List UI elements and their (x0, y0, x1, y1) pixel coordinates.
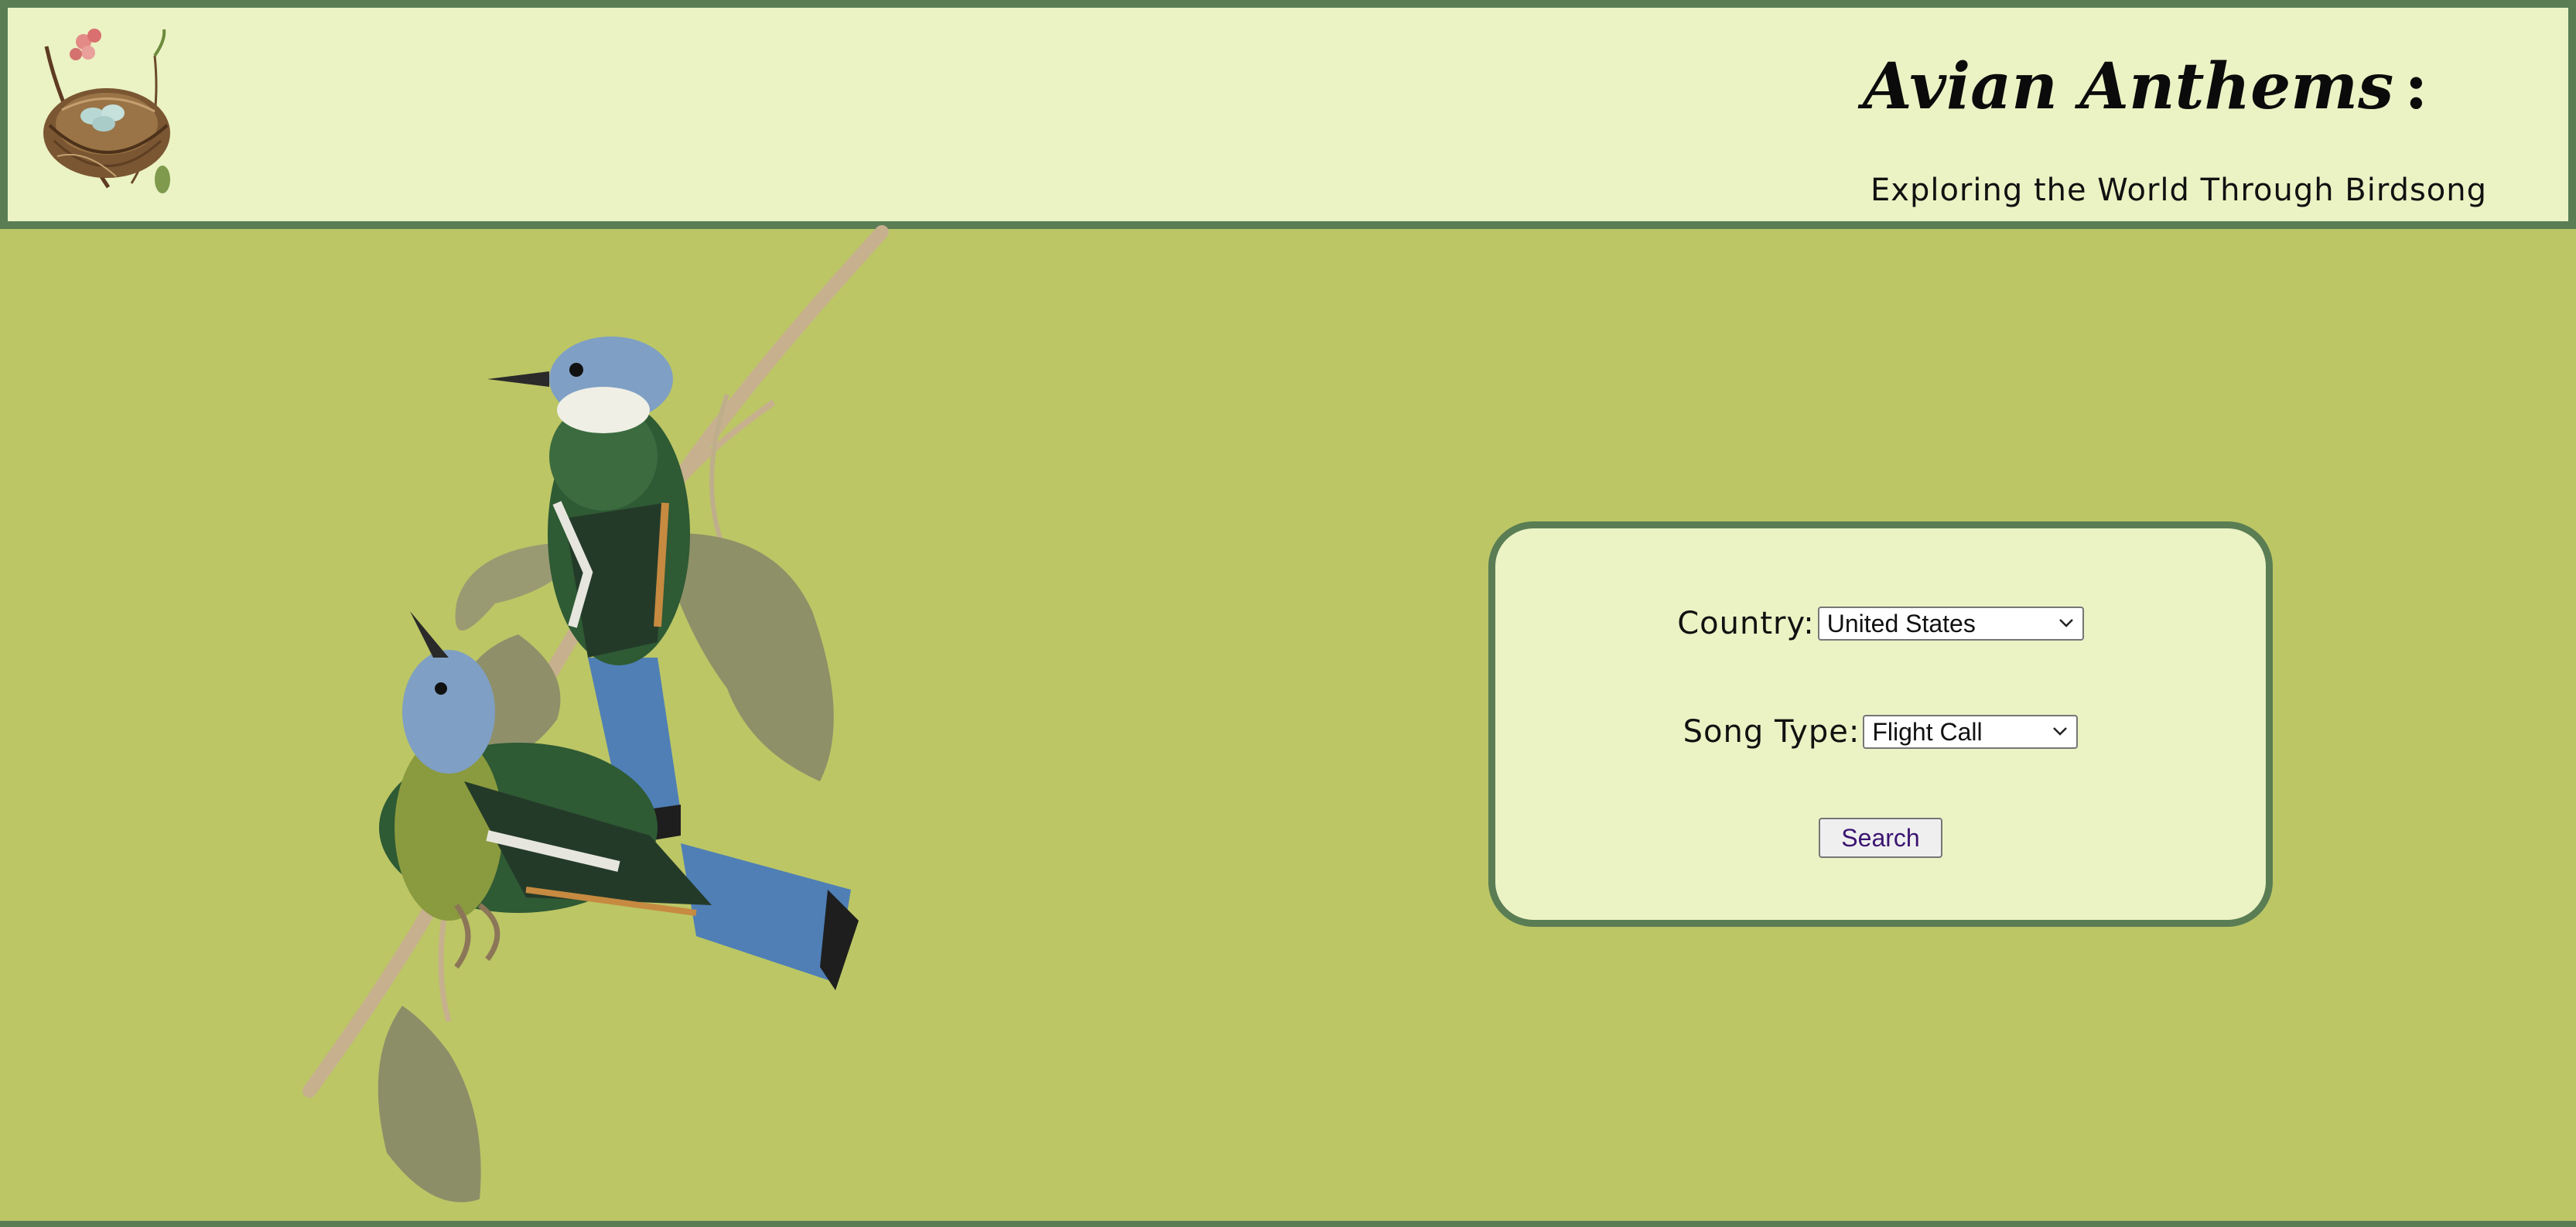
country-select[interactable]: United States (1817, 607, 2084, 641)
search-row: Search (1495, 818, 2266, 858)
title-colon: : (2404, 50, 2428, 124)
chevron-down-icon (2053, 727, 2068, 736)
song-type-select-value: Flight Call (1872, 718, 1983, 746)
song-type-row: Song Type: Flight Call (1495, 713, 2266, 751)
title-text: Avian Anthems (1863, 50, 2394, 124)
song-type-select[interactable]: Flight Call (1863, 715, 2079, 749)
search-panel: Country: United States Song Type: Flight… (1488, 521, 2273, 927)
page-subtitle: Exploring the World Through Birdsong (1871, 173, 2488, 208)
song-type-label: Song Type: (1683, 714, 1860, 750)
bird-nest-icon (43, 29, 170, 193)
bottom-border (0, 1221, 2576, 1227)
chevron-down-icon (2058, 619, 2073, 627)
site-header: Avian Anthems: Exploring the World Throu… (0, 0, 2576, 229)
page-title: Avian Anthems: (1863, 40, 2428, 133)
country-label: Country: (1677, 606, 1815, 641)
country-row: Country: United States (1495, 604, 2266, 643)
two-birds-on-branch-icon (302, 225, 889, 1202)
search-button[interactable]: Search (1819, 818, 1942, 858)
country-select-value: United States (1826, 610, 1976, 637)
